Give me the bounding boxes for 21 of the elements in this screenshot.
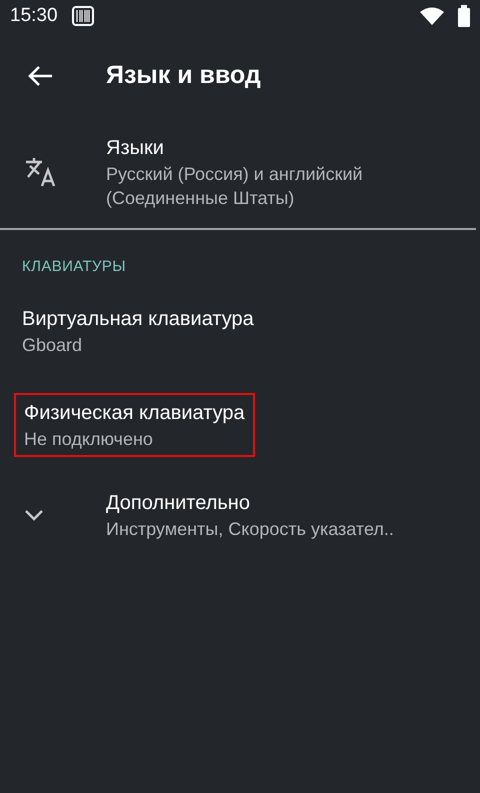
settings-item[interactable]: Дополнительно Инструменты, Скорость указател.. [0,474,476,554]
item-summary: Русский (Россия) и английский (Соединенные Штаты) [106,163,364,210]
section-header: КЛАВИАТУРЫ [21,257,127,277]
item-title: Дополнительно [106,490,251,516]
item-summary: Инструменты, Скорость указател.. [106,518,394,540]
status-time: 15:30 [10,4,58,28]
item-title: Виртуальная клавиатура [22,306,254,332]
item-summary: Gboard [22,334,84,356]
item-title: Языки [106,136,165,161]
back-arrow-icon [27,65,53,87]
settings-item[interactable]: Языки Русский (Россия) и английский (Соединенные Штаты) [0,120,480,224]
toolbar-title: Язык и ввод [106,60,261,92]
settings-item[interactable]: Физическая клавиатура Не подключено [0,374,476,474]
barcode-icon [72,6,94,26]
wifi-icon [420,7,444,25]
settings-item[interactable]: Виртуальная клавиатура Gboard [0,286,476,374]
battery-icon [458,5,470,27]
item-summary: Не подключено [24,428,154,450]
item-title: Физическая клавиатура [24,400,245,426]
chevron-down-icon [24,508,44,520]
translate-icon [24,157,58,187]
